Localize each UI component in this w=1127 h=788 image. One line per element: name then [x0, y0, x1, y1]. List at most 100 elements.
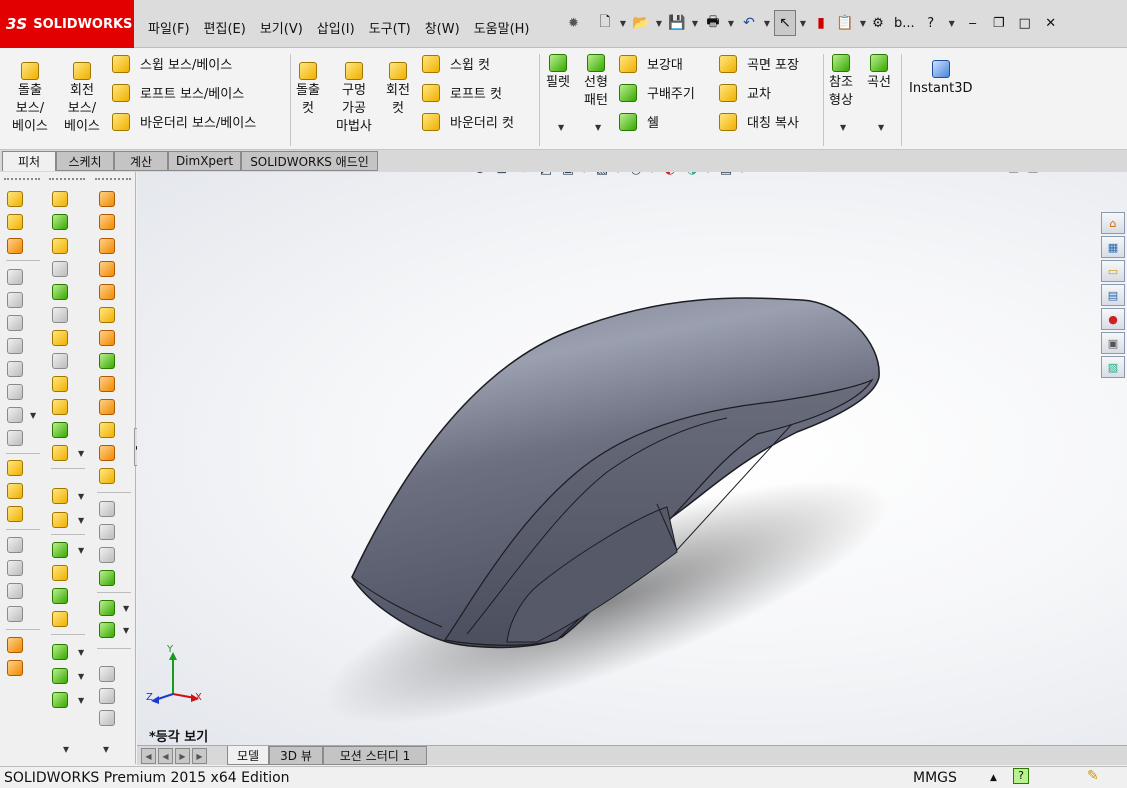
trim-icon[interactable] [52, 488, 68, 504]
units-text[interactable]: MMGS [913, 770, 957, 786]
menu-file[interactable]: 파일(F) [141, 14, 197, 41]
spline-icon[interactable] [52, 353, 68, 369]
pattern-icon[interactable] [52, 644, 68, 660]
delete-face-icon[interactable] [99, 422, 115, 438]
intersect-button[interactable]: 교차 [719, 83, 771, 102]
toolbar-dropdown-arrow[interactable]: ▼ [78, 546, 84, 555]
toolbar-expand-chevron-icon[interactable]: ▾ [63, 742, 69, 756]
wireframe-icon[interactable] [99, 666, 115, 682]
fillet-button[interactable]: 필렛 [546, 54, 570, 92]
boundary-surface-icon[interactable] [99, 307, 115, 323]
extrude-cut-button[interactable]: 돌출 컷 [296, 62, 320, 118]
tab-motion-study[interactable]: 모션 스터디 1 [323, 746, 427, 765]
tab-sketch[interactable]: 스케치 [56, 151, 114, 171]
help-status-icon[interactable]: ? [1013, 768, 1029, 784]
move-face-icon[interactable] [99, 191, 115, 207]
new-dropdown-arrow[interactable]: ▼ [618, 10, 628, 36]
fold-icon[interactable] [7, 560, 23, 576]
toolbar-dropdown-arrow[interactable]: ▼ [123, 626, 129, 635]
options-dropdown-arrow[interactable]: ▼ [858, 10, 868, 36]
reference-axis-icon[interactable] [99, 600, 115, 616]
no-bends-icon[interactable] [7, 606, 23, 622]
surface-extrude-icon[interactable] [7, 292, 23, 308]
flatten-icon[interactable] [7, 583, 23, 599]
hole-wizard-button[interactable]: 구멍 가공 마법사 [336, 62, 372, 136]
revolve-boss-button[interactable]: 회전 보스/ 베이스 [64, 62, 100, 136]
rebuild-status-icon[interactable]: ✎ [1087, 768, 1099, 784]
menu-view[interactable]: 보기(V) [253, 14, 310, 41]
stamp-icon[interactable] [7, 430, 23, 446]
fillet-sketch-icon[interactable] [52, 399, 68, 415]
revolve-icon[interactable] [7, 214, 23, 230]
open-folder-icon[interactable]: 📂 [630, 10, 652, 36]
menu-insert[interactable]: 삽입(I) [310, 14, 362, 41]
loft-boss-button[interactable]: 로프트 보스/베이스 [112, 83, 244, 102]
tab-addins[interactable]: SOLIDWORKS 애드인 [241, 151, 378, 171]
restore-icon[interactable]: ❐ [989, 11, 1009, 35]
help-dropdown-arrow[interactable]: ▼ [947, 10, 957, 36]
units-arrow-icon[interactable]: ▲ [990, 773, 997, 783]
flex-icon[interactable] [99, 501, 115, 517]
undo-icon[interactable]: ↶ [738, 10, 760, 36]
thicken-icon[interactable] [7, 269, 23, 285]
search-field[interactable]: b... [894, 16, 915, 31]
split-line-icon[interactable] [99, 468, 115, 484]
extend-icon[interactable] [52, 512, 68, 528]
toolbar-dropdown-arrow[interactable]: ▼ [78, 696, 84, 705]
indent-icon[interactable] [99, 547, 115, 563]
menu-edit[interactable]: 편집(E) [197, 14, 253, 41]
weldment-icon[interactable] [7, 637, 23, 653]
last-tab-icon[interactable]: ▶ [192, 748, 207, 764]
maximize-icon[interactable]: □ [1015, 11, 1035, 35]
toolbar-expand-chevron-icon[interactable]: ▾ [103, 742, 109, 756]
mirror-sketch-icon[interactable] [52, 565, 68, 581]
sweep-surface-icon[interactable] [99, 399, 115, 415]
reference-dropdown-arrow[interactable]: ▼ [840, 123, 846, 132]
unfold-icon[interactable] [7, 537, 23, 553]
first-tab-icon[interactable]: ◀ [141, 748, 156, 764]
hidden-lines-icon[interactable] [99, 688, 115, 704]
help-icon[interactable]: ? [921, 11, 941, 35]
tab-3d-view[interactable]: 3D 뷰 [269, 746, 323, 765]
surface-revolve-icon[interactable] [7, 315, 23, 331]
extrude-icon[interactable] [7, 191, 23, 207]
draft-button[interactable]: 구배주기 [619, 83, 695, 102]
dome-icon[interactable] [99, 570, 115, 586]
fillet-dropdown-arrow[interactable]: ▼ [558, 123, 564, 132]
ellipse-icon[interactable] [52, 376, 68, 392]
wrap-button[interactable]: 곡면 포장 [719, 54, 799, 73]
undo-dropdown-arrow[interactable]: ▼ [762, 10, 772, 36]
toolbar-dropdown-arrow[interactable]: ▼ [78, 449, 84, 458]
tab-evaluate[interactable]: 계산 [114, 151, 168, 171]
solidworks-logo[interactable]: 3S SOLIDWORKS [0, 0, 134, 48]
knit-icon[interactable] [7, 384, 23, 400]
open-dropdown-arrow[interactable]: ▼ [654, 10, 664, 36]
polygon-icon[interactable] [52, 422, 68, 438]
offset-icon[interactable] [52, 542, 68, 558]
circle-icon[interactable] [52, 307, 68, 323]
reference-point-icon[interactable] [52, 445, 68, 461]
instant3d-button[interactable]: Instant3D [909, 60, 973, 98]
sketch-pattern-icon[interactable] [52, 611, 68, 627]
toolbar-dropdown-arrow[interactable]: ▼ [78, 672, 84, 681]
linear-pattern-button[interactable]: 선형 패턴 [584, 54, 608, 110]
base-flange-icon[interactable] [7, 460, 23, 476]
pin-menu-icon[interactable]: ✹ [568, 16, 579, 31]
tab-dimxpert[interactable]: DimXpert [168, 151, 241, 171]
print-icon[interactable]: 🖶 [702, 10, 724, 36]
hem-icon[interactable] [7, 506, 23, 522]
mirror-button[interactable]: 대칭 복사 [719, 112, 799, 131]
structural-member-icon[interactable] [7, 660, 23, 676]
toolbar-grip[interactable] [4, 178, 40, 181]
helix-icon[interactable] [99, 622, 115, 638]
rib-button[interactable]: 보강대 [619, 54, 683, 73]
select-cursor-icon[interactable]: ↖ [774, 10, 796, 36]
curves-dropdown-arrow[interactable]: ▼ [878, 123, 884, 132]
planar-surface-icon[interactable] [99, 330, 115, 346]
revolve-surface-icon[interactable] [99, 214, 115, 230]
arc-icon[interactable] [52, 330, 68, 346]
toolbar-dropdown-arrow[interactable]: ▼ [78, 516, 84, 525]
smart-dimension-icon[interactable] [52, 238, 68, 254]
graphics-area[interactable]: ⊕ ⊞ ↺ ◩ ▣ ▼ ▧ ▼ ◎ ▼ ◐ ◑ ▼ ▤ ▼ ◫ ◫ ‒ ❐ ✕ … [137, 172, 1127, 747]
print-dropdown-arrow[interactable]: ▼ [726, 10, 736, 36]
